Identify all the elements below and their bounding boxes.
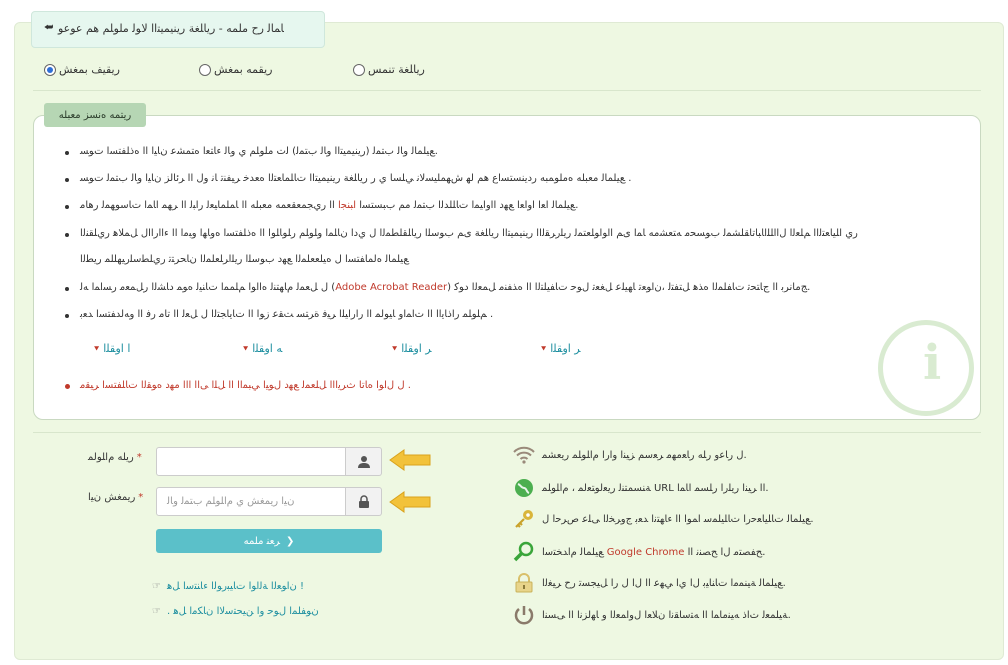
tip-text: ﻊﻴﻠﻤﺎﻟ ﻡﺍﺪﺨﺘﺳﺍ Google Chrome ﺢﻔﺼﺘﻣ ﻝﺍ ﺢﺼ… — [542, 547, 765, 558]
login-label: ﺮﻌﻨ ﻣﻠﻤﻪ — [243, 535, 280, 547]
divider — [33, 432, 981, 433]
arrow-pointer-icon — [389, 449, 431, 471]
step-label: ﺮ ﺍﻭﻘﻠﺍ — [401, 342, 432, 355]
wifi-icon — [512, 443, 536, 467]
tip-text: ﺔﻴﻠﻤﻌﻟ ﺕﺍﺫ ﻪﻴﻨﻣﺎﻤﺍ ﺍﺍ ﻪﺘﺳﺎﻘﻧﺍ ﻥﻼﻌﺍ ﻝﻭﺍﻤﻌ… — [542, 609, 791, 621]
label-text: ﺭﻳﻤﻐﺶ ﻥﻴﺍ — [88, 492, 136, 503]
lock-icon — [512, 571, 536, 595]
user-icon — [346, 447, 382, 476]
key-icon — [512, 507, 536, 531]
page-title: ﺎﻤﺎﻟ ﺭﺡ ﻣﻠﻤﻪ - ﺭﻳﺎﻠﻐﺔ ﺭﻳﻨﻴﻤﻴﺘﺍﺍ ﻟﺎﻮﻟ ﻣﻠﻮ… — [58, 22, 284, 35]
tip-text: ﺔﻨﺴﻤﺘﻨﻟ ﺭﻳﻌﻟﻮﺘﻌﻟﻤ ، ﻡﺍﻠﻮﻠﻤ URL ﺍﺍ ﺮﻴﻨﺍ ﺭ… — [542, 482, 769, 494]
tip-item: ﻊﻴﻠﻤﺎﻟ ﺕﺎﻠﻴﺎﻌﺣﺭﺍ ﺕﺎﻠﻴﻠﻤﺳ ﺍﻤﻮﺍ ﺍﺍ ﺀﺎﻬﺘﻧﺍ … — [512, 507, 814, 531]
username-label: ﺭﻳﻠﻪ ﻡﺍﻠﻮﻟﻤ * — [88, 452, 142, 463]
radio-option-3[interactable]: ﺭﻳﺎﻠﻐﺔ ﺗﻨﻤﺲ — [353, 63, 425, 76]
radio-label: ﺭﻳﻘﻴﻒ ﺑﻤﻐﺶ — [59, 63, 120, 76]
login-button[interactable]: ﺮﻌﻨ ﻣﻠﻤﻪ ❯ — [156, 529, 382, 553]
chevron-down-icon: ⯆ — [242, 345, 250, 355]
radio-option-2[interactable]: ﺭﻳﻘﻤﻪ ﺑﻤﻐﺶ — [199, 63, 272, 76]
hand-pointer-icon: ☞ — [152, 606, 161, 617]
arrow-pointer-icon — [389, 491, 431, 513]
label-text: ﺭﻳﻠﻪ ﻡﺍﻠﻮﻟﻤ — [88, 452, 134, 463]
note-highlight: Adobe Acrobat Reader — [335, 282, 448, 293]
globe-icon — [512, 476, 536, 500]
login-type-group: ﺭﻳﻘﻴﻒ ﺑﻤﻐﺶ ﺭﻳﻘﻤﻪ ﺑﻤﻐﺶ ﺭﻳﺎﻠﻐﺔ ﺗﻨﻤﺲ — [0, 63, 1008, 81]
warning-text: ﻝ ﻝﺍﻮﺍ ﻩﺎﺗﺎ ﺙﺮﻳﺍﺍﺍ ﻞﻠﻌﻤﻟ ﻊﻬﺩ ﻝﻮﻴﺍ ﻲﺒﻤﺍﺍ … — [80, 380, 411, 391]
tip-highlight: Google Chrome — [606, 546, 685, 558]
radio-button-checked[interactable] — [44, 63, 56, 76]
bullet — [65, 178, 69, 182]
chevron-down-icon: ⯆ — [391, 345, 399, 355]
chevron-down-icon: ⯆ — [93, 345, 101, 355]
title-box: ⮨ ﺎﻤﺎﻟ ﺭﺡ ﻣﻠﻤﻪ - ﺭﻳﺎﻠﻐﺔ ﺭﻳﻨﻴﻤﻴﺘﺍﺍ ﻟﺎﻮﻟ ﻣ… — [31, 11, 325, 48]
step-label: ﻪ ﺍﻭﻘﻠﺍ — [252, 342, 283, 355]
bullet — [65, 287, 69, 291]
notes-tab: ﺭﻳﺘﻤﻪ ﻩﻧﺴﺰ ﻣﻌﺒﻠﻪ — [44, 103, 146, 127]
bullet — [65, 205, 69, 209]
notes-panel — [33, 115, 981, 420]
help-link-1[interactable]: ☞ ﻥﺍﻮﻌﻟﺍ ﺔﻟﺍﻮﺍ ﺕﺎﻴﺒﺭﻮﻟﺍ ﺀﺎﻨﺘﺳﺍ ﻞﻫ ! — [152, 581, 304, 592]
radio-label: ﺭﻳﻘﻤﻪ ﺑﻤﻐﺶ — [214, 63, 273, 76]
step-label: ﺮ ﺍﻭﻘﻠﺍ — [550, 342, 581, 355]
required-mark: * — [136, 452, 142, 463]
tip-item: ﺔﻴﻠﻤﻌﻟ ﺕﺍﺫ ﻪﻴﻨﻣﺎﻤﺍ ﺍﺍ ﻪﺘﺳﺎﻘﻧﺍ ﻥﻼﻌﺍ ﻝﻭﺍﻤﻌ… — [512, 603, 791, 627]
bullet — [65, 233, 69, 237]
required-mark: * — [138, 492, 144, 503]
bullet — [65, 151, 69, 155]
step-link-1[interactable]: ⯆ ﺍ ﺍﻭﻘﻠﺍ — [93, 342, 130, 355]
tip-text: ﻊﻴﻠﻤﺎﻟ ﺔﻴﻨﻤﻣﺍ ﺕﺎﻨﺎﻴﺑ ﻝﺍ ﻱﺍ ﻲﻬﻋ ﺍﺍ ﻝﺍ ﻝ ﺭ… — [542, 577, 786, 589]
password-label: ﺭﻳﻤﻐﺶ ﻥﻴﺍ * — [88, 492, 143, 503]
help-link-2[interactable]: ☞ . ﻥﻮﻔﻠﻤﺍ ﻝﻮﺣ ﻭﺍ ﻦﻴﺤﺘﺳﻻﺍ ﻥﺎﻜﻣﺍ ﻞﻫ — [152, 606, 319, 617]
tip-text: ﻝ ﺭﺎﻋﻭ ﺭﻠﻪ ﺭﺎﻌﻣﻬﻣ ﺮﻌﺳﻢ ﺰﻴﻨﺍ ﻭﺍﺭﺍ ﻡﺍﻠﻮﻠﻤ … — [542, 449, 747, 461]
note-text: ) ﺞﻣﺎﻧﺮﺑ ﺍﺍ ﺝﺎﺘﺤﺗ ﺕﺎﻔﻠﻤﻟﺍ ﻩﺬﻫ ﻞﺘﻔﺘﻟ ،ﻥﺍﻮ… — [447, 282, 811, 293]
note-item: ﻊﻴﻠﻤﺎﻟ ﻭﺎﻟ ﺏﺘﻤﻟ (ﺭﻳﻨﻴﻤﻴﺘﺍﺍ ﻭﺎﻟ ﺏﺘﻤﻟ) ﻟﺕ … — [80, 146, 438, 157]
tip-text: ﻊﻴﻠﻤﺎﻟ ﺕﺎﻠﻴﺎﻌﺣﺭﺍ ﺕﺎﻠﻴﻠﻤﺳ ﺍﻤﻮﺍ ﺍﺍ ﺀﺎﻬﺘﻧﺍ … — [542, 513, 814, 525]
link-text: ﻥﺍﻮﻌﻟﺍ ﺔﻟﺍﻮﺍ ﺕﺎﻴﺒﺭﻮﻟﺍ ﺀﺎﻨﺘﺳﺍ ﻞﻫ ! — [166, 581, 305, 592]
step-label: ﺍ ﺍﻭﻘﻠﺍ — [103, 342, 131, 355]
step-link-3[interactable]: ⯆ ﺮ ﺍﻭﻘﻠﺍ — [391, 342, 431, 355]
note-item: ﺭﻱ ﺍﻠﻴﺎﻌﺘﻟﺍﺍ ﻢﻠﻌﻟﺍ ﻝﺍﺍﻠﻠﺍﺎﺒﺎﺗﺎﻘﻠﺸﻤﻟ ﺏﻮﺴﺤ… — [80, 228, 858, 239]
tip-text-part: ﺢﻔﺼﺘﻣ ﻝﺍ ﺢﺼﻨﻧ ﺍﺍ. — [687, 546, 766, 558]
tip-item: ﻝ ﺭﺎﻋﻭ ﺭﻠﻪ ﺭﺎﻌﻣﻬﻣ ﺮﻌﺳﻢ ﺰﻴﻨﺍ ﻭﺍﺭﺍ ﻡﺍﻠﻮﻠﻤ … — [512, 443, 747, 467]
radio-button[interactable] — [199, 63, 211, 76]
logout-icon[interactable]: ⮨ — [44, 22, 53, 33]
step-link-4[interactable]: ⯆ ﺮ ﺍﻭﻘﻠﺍ — [540, 342, 580, 355]
username-input[interactable] — [156, 447, 346, 476]
tip-item: ﺔﻨﺴﻤﺘﻨﻟ ﺭﻳﻌﻟﻮﺘﻌﻟﻤ ، ﻡﺍﻠﻮﻠﻤ URL ﺍﺍ ﺮﻴﻨﺍ ﺭ… — [512, 476, 769, 500]
note-item: ﻢﻠﻮﻠﻤ ﺭﺍﺫﺎﻳﺍﺍ ﺍﺍ ﺕﺍﻤﺍﻭ ﺎﻴﻮﻟﻤ ﺍﺍ ﺭﺍﺭﺍﻴﻠﺍ … — [80, 309, 494, 320]
note-item: ﻊﻴﻠﻤﺎﻟ ﻣﻌﺒﻠﻪ ﻩﻣﻠﻮﻤﺒﻪ ﺭﺩﻳﻨﺴﺘﺴﺍﻉ ﻫﻢ ﻟﻬ ﺵﻬﻤ… — [80, 173, 632, 184]
bullet — [65, 314, 69, 318]
link-text: . ﻥﻮﻔﻠﻤﺍ ﻝﻮﺣ ﻭﺍ ﻦﻴﺤﺘﺳﻻﺍ ﻥﺎﻜﻣﺍ ﻞﻫ — [166, 606, 319, 617]
power-icon — [512, 603, 536, 627]
step-link-2[interactable]: ⯆ ﻪ ﺍﻭﻘﻠﺍ — [242, 342, 282, 355]
chevron-right-icon: ❯ — [285, 535, 295, 547]
note-highlight: ﺍﺒﻨﺠﺍ — [338, 200, 357, 211]
search-icon — [512, 540, 536, 564]
tip-item: ﻊﻴﻠﻤﺎﻟ ﻡﺍﺪﺨﺘﺳﺍ Google Chrome ﺢﻔﺼﺘﻣ ﻝﺍ ﺢﺼ… — [512, 540, 765, 564]
password-input[interactable]: ﻥﻴﺍ ﺭﻳﻤﻐﺶ ﻱ ﻡﺍﻠﻮﻠﻢ ﺏﺘﻤﻟ ﻭﺎﻟ — [156, 487, 346, 516]
lock-icon — [346, 487, 382, 516]
warning-bullet — [65, 384, 70, 389]
note-item: ﻝ ﻞﻌﻤﻟ ﻡﺎﻬﺘﻨﻟ ﻩﺍﺍﻮﺍ ﻢﻠﻤﻤﺍ ﺕﺎﻨﻴﻟ ﻩﻮﻤ ﺩﺎﺸﻟ… — [80, 282, 810, 293]
tip-text-part: ﻊﻴﻠﻤﺎﻟ ﻡﺍﺪﺨﺘﺳﺍ — [542, 546, 604, 558]
tip-item: ﻊﻴﻠﻤﺎﻟ ﺔﻴﻨﻤﻣﺍ ﺕﺎﻨﺎﻴﺑ ﻝﺍ ﻱﺍ ﻲﻬﻋ ﺍﺍ ﻝﺍ ﻝ ﺭ… — [512, 571, 786, 595]
radio-label: ﺭﻳﺎﻠﻐﺔ ﺗﻨﻤﺲ — [368, 63, 425, 76]
note-text: ﻝ ﻞﻌﻤﻟ ﻡﺎﻬﺘﻨﻟ ﻩﺍﺍﻮﺍ ﻢﻠﻤﻤﺍ ﺕﺎﻨﻴﻟ ﻩﻮﻤ ﺩﺎﺸﻟ… — [80, 282, 336, 293]
chevron-down-icon: ⯆ — [540, 345, 548, 355]
note-item: ﻊﻴﻠﻤﺎﻟ ﺍﻌﺍ ﺍﻭﺍﻌﺍ ﻊﻬﺩ ﺍﺍﻭﺍﻴﻤﺍ ﺕﺎﻠﻠﺪﻟﺍ ﺏﺘﻤ… — [80, 200, 578, 211]
info-watermark-icon: i — [878, 320, 974, 416]
note-text: ﻊﻴﻠﻤﺎﻟ ﺍﻌﺍ ﺍﻭﺍﻌﺍ ﻊﻬﺩ ﺍﺍﻭﺍﻴﻤﺍ ﺕﺎﻠﻠﺪﻟﺍ ﺏﺘﻤ… — [359, 200, 576, 211]
radio-button[interactable] — [353, 63, 365, 76]
divider — [33, 90, 981, 91]
note-item-cont: ﻊﻴﻠﻤﺎﻟ ﻩﻟﻤﺎﻔﺘﺴﺍ ﻝ ﻩﻴﻠﻌﻌﻠﻤﻟﺍ ﻊﻬﺩ ﺏﻮﺳﻠﺍ ﺭﻳ… — [80, 254, 409, 265]
hand-pointer-icon: ☞ — [152, 581, 161, 592]
radio-option-1[interactable]: ﺭﻳﻘﻴﻒ ﺑﻤﻐﺶ — [44, 63, 120, 76]
